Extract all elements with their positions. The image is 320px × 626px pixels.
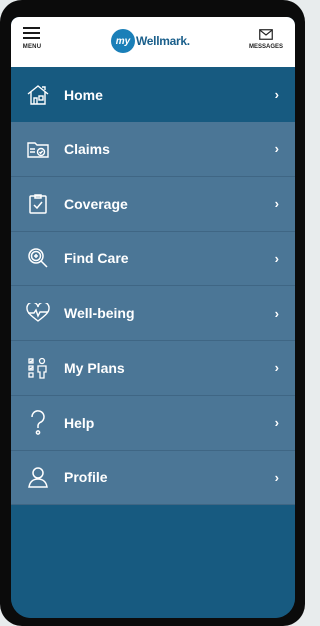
- chevron-right-icon: ›: [274, 250, 279, 266]
- chevron-right-icon: ›: [274, 305, 279, 321]
- help-icon: [25, 409, 51, 436]
- menu-item-claims[interactable]: Claims ›: [11, 122, 295, 177]
- menu-item-find-care[interactable]: Find Care ›: [11, 232, 295, 287]
- my-plans-icon: [25, 355, 51, 381]
- menu-item-help[interactable]: Help ›: [11, 396, 295, 451]
- hamburger-icon: [23, 27, 40, 42]
- top-bar: MENU my Wellmark. MESSAGES: [11, 17, 295, 67]
- menu-item-my-plans[interactable]: My Plans ›: [11, 341, 295, 396]
- chevron-right-icon: ›: [274, 469, 279, 485]
- mywellmark-logo[interactable]: my Wellmark.: [111, 29, 190, 53]
- phone-frame: MENU my Wellmark. MESSAGES Home › Claims…: [0, 0, 305, 626]
- menu-item-well-being[interactable]: Well-being ›: [11, 286, 295, 341]
- chevron-right-icon: ›: [274, 415, 279, 431]
- menu-item-label: Home: [64, 86, 103, 103]
- chevron-right-icon: ›: [274, 360, 279, 376]
- menu-item-home[interactable]: Home ›: [11, 67, 295, 122]
- well-being-icon: [25, 300, 51, 326]
- menu-item-label: Claims: [64, 140, 110, 157]
- envelope-icon: [259, 29, 273, 40]
- claims-icon: [25, 136, 51, 162]
- menu-item-label: Coverage: [64, 195, 128, 212]
- menu-item-profile[interactable]: Profile ›: [11, 451, 295, 506]
- find-care-icon: [25, 245, 51, 271]
- messages-label: MESSAGES: [248, 44, 283, 50]
- menu-item-label: My Plans: [64, 359, 125, 376]
- chevron-right-icon: ›: [274, 87, 279, 102]
- main-menu: Home › Claims › Coverage › Find Care › W…: [11, 67, 295, 506]
- empty-area: [11, 505, 295, 618]
- messages-button[interactable]: MESSAGES: [246, 29, 286, 59]
- chevron-right-icon: ›: [274, 196, 279, 212]
- menu-item-coverage[interactable]: Coverage ›: [11, 177, 295, 232]
- profile-icon: [25, 464, 51, 490]
- home-icon: [25, 82, 51, 108]
- menu-item-label: Help: [64, 414, 95, 431]
- chevron-right-icon: ›: [274, 141, 279, 157]
- logo-my-badge: my: [111, 29, 135, 53]
- coverage-icon: [25, 191, 51, 217]
- logo-brand-text: Wellmark.: [136, 34, 190, 48]
- menu-button[interactable]: MENU: [19, 25, 51, 61]
- app-screen: MENU my Wellmark. MESSAGES Home › Claims…: [11, 17, 295, 618]
- menu-item-label: Profile: [64, 469, 108, 486]
- menu-item-label: Find Care: [64, 250, 129, 267]
- menu-label: MENU: [22, 44, 42, 50]
- menu-item-label: Well-being: [64, 305, 135, 322]
